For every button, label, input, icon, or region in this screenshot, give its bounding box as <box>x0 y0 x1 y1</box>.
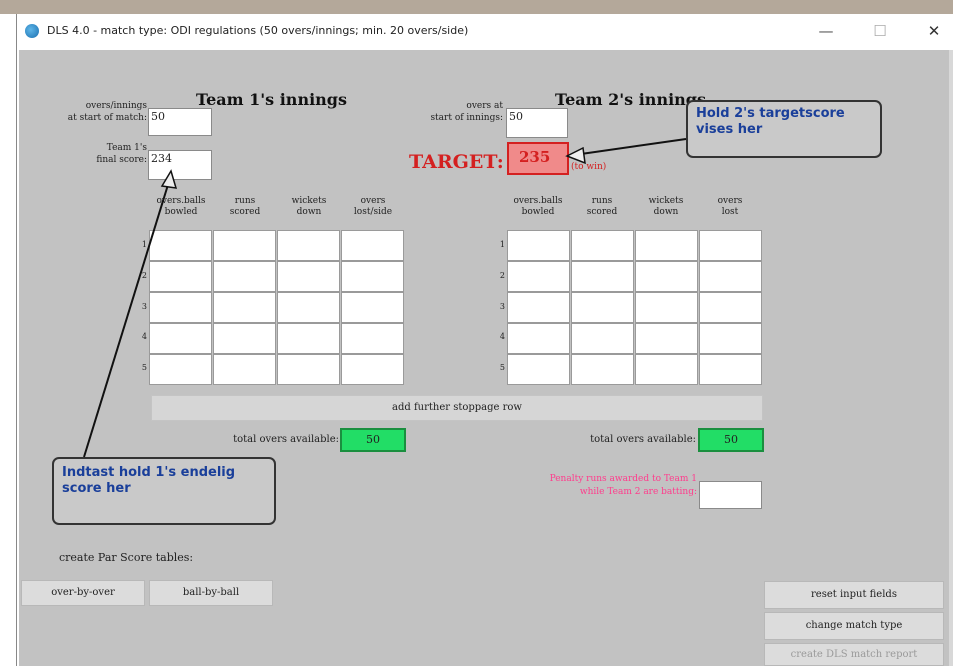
client-area: Team 1's innings overs/innings at start … <box>19 50 949 666</box>
final-score-arrow-head <box>160 169 178 189</box>
minimize-button[interactable]: — <box>806 18 846 44</box>
title-bar: DLS 4.0 - match type: ODI regulations (5… <box>17 14 953 50</box>
target-arrow-line <box>566 138 687 157</box>
app-window: DLS 4.0 - match type: ODI regulations (5… <box>16 14 953 666</box>
target-arrow-head <box>565 146 586 165</box>
app-globe-icon <box>25 24 39 38</box>
window-title: DLS 4.0 - match type: ODI regulations (5… <box>47 24 469 37</box>
final-score-arrow-line <box>83 174 172 458</box>
background-strip <box>0 0 953 14</box>
close-button[interactable]: ✕ <box>914 18 953 44</box>
maximize-button[interactable]: ☐ <box>860 18 900 44</box>
window-right-edge <box>949 50 953 666</box>
annotation-arrows <box>83 138 687 458</box>
